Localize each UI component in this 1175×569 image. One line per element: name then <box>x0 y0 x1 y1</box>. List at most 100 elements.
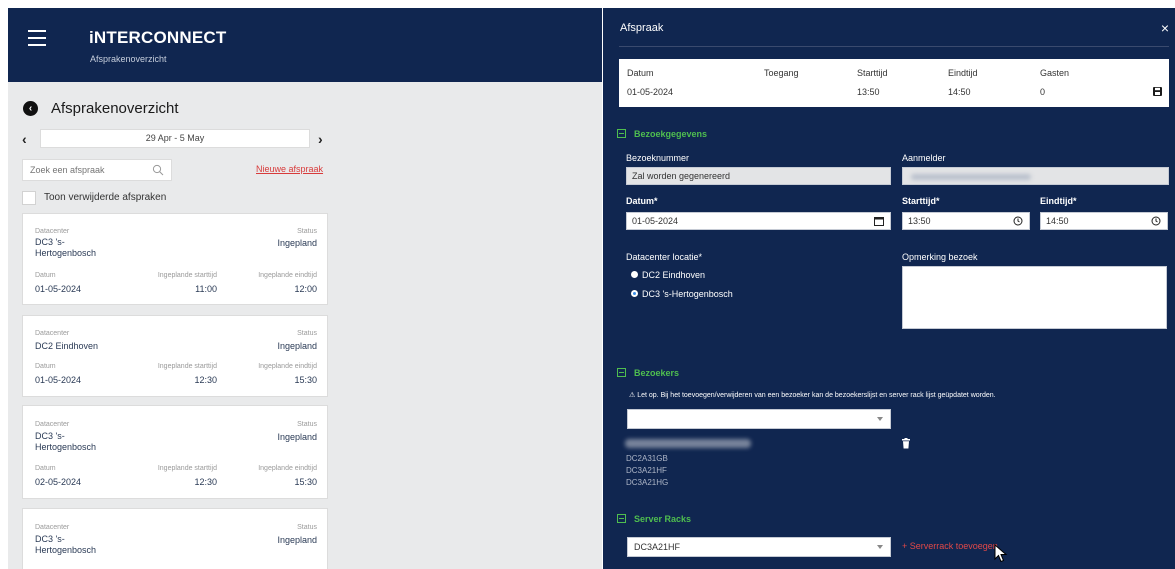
datacenter-label: Datacenter <box>35 330 70 337</box>
trash-icon[interactable] <box>901 438 911 449</box>
date-label: Datum <box>35 465 56 472</box>
status-value: Ingepland <box>277 238 317 248</box>
date-value: 01-05-2024 <box>35 284 82 294</box>
date-field[interactable]: 01-05-2024 <box>626 212 891 230</box>
appointments-overview: iNTERCONNECT Afsprakenoverzicht ‹ Afspra… <box>8 8 602 569</box>
summary-date-value: 01-05-2024 <box>627 87 674 97</box>
collapse-icon[interactable] <box>617 368 626 377</box>
status-label: Status <box>297 330 317 337</box>
close-icon[interactable]: × <box>1161 20 1169 36</box>
planned-end-value: 15:30 <box>294 477 317 487</box>
location-option-dc2[interactable]: DC2 Eindhoven <box>631 270 705 280</box>
summary-guests-value: 0 <box>1040 87 1046 97</box>
search-input[interactable] <box>23 160 143 180</box>
planned-end-label: Ingeplande eindtijd <box>258 465 317 472</box>
visitors-warning: ⚠ Let op. Bij het toevoegen/verwijderen … <box>629 392 996 399</box>
planned-end-label: Ingeplande eindtijd <box>258 272 317 279</box>
reporter-field <box>902 167 1169 185</box>
remark-textarea[interactable] <box>902 266 1167 329</box>
planned-end-value: 12:00 <box>294 284 317 294</box>
visitors-section-header[interactable]: Bezoekers <box>617 367 679 378</box>
appointment-card[interactable]: Datacenter DC3 's- Hertogenbosch Status … <box>22 508 328 569</box>
summary-start-label: Starttijd <box>857 68 888 78</box>
appointment-card[interactable]: Datacenter DC2 Eindhoven Status Ingeplan… <box>22 315 328 397</box>
calendar-icon[interactable] <box>874 216 884 226</box>
planned-start-label: Ingeplande starttijd <box>157 363 217 370</box>
datacenter-value: DC3 's- Hertogenbosch <box>35 431 97 452</box>
end-time-field[interactable]: 14:50 <box>1040 212 1168 230</box>
summary-start-value: 13:50 <box>857 87 880 97</box>
radio-selected-icon[interactable] <box>631 290 638 297</box>
planned-end-value: 15:30 <box>294 375 317 385</box>
redacted-value <box>911 174 1031 180</box>
visit-details-section-header[interactable]: Bezoekgegevens <box>617 128 707 139</box>
previous-week-button[interactable]: ‹ <box>22 131 27 147</box>
end-time-label: Eindtijd* <box>1040 196 1077 206</box>
appointment-card[interactable]: Datacenter DC3 's- Hertogenbosch Status … <box>22 213 328 305</box>
planned-start-label: Ingeplande starttijd <box>157 272 217 279</box>
new-appointment-link[interactable]: Nieuwe afspraak <box>256 164 323 174</box>
datacenter-value: DC3 's- Hertogenbosch <box>35 534 97 555</box>
datacenter-label: Datacenter <box>35 524 70 531</box>
server-rack-select[interactable]: DC3A21HF <box>627 537 891 557</box>
planned-start-value: 12:30 <box>194 375 217 385</box>
remark-label: Opmerking bezoek <box>902 252 978 262</box>
menu-icon[interactable] <box>28 30 46 46</box>
planned-start-label: Ingeplande starttijd <box>157 465 217 472</box>
status-label: Status <box>297 421 317 428</box>
visit-number-field: Zal worden gegenereerd <box>626 167 891 185</box>
add-server-rack-button[interactable]: + Serverrack toevoegen <box>902 541 998 551</box>
summary-guests-label: Gasten <box>1040 68 1070 78</box>
start-time-label: Starttijd* <box>902 196 940 206</box>
visitor-rack: DC2A31GB <box>626 454 668 463</box>
clock-icon[interactable] <box>1013 216 1023 226</box>
appointment-summary: Datum 01-05-2024 Toegang Starttijd 13:50… <box>619 59 1169 107</box>
collapse-icon[interactable] <box>617 514 626 523</box>
reporter-label: Aanmelder <box>902 153 946 163</box>
save-icon[interactable] <box>1153 87 1162 96</box>
datacenter-label: Datacenter <box>35 228 70 235</box>
visit-number-label: Bezoeknummer <box>626 153 690 163</box>
show-deleted-checkbox[interactable] <box>22 191 36 205</box>
status-value: Ingepland <box>277 341 317 351</box>
date-value: 02-05-2024 <box>35 477 82 487</box>
visitor-select[interactable] <box>627 409 891 429</box>
collapse-icon[interactable] <box>617 129 626 138</box>
chevron-down-icon <box>877 545 883 549</box>
date-field-label: Datum* <box>626 196 658 206</box>
hand-cursor-icon <box>994 544 1008 563</box>
search-icon[interactable] <box>152 164 164 176</box>
next-week-button[interactable]: › <box>318 131 323 147</box>
panel-title: Afspraak <box>620 22 664 34</box>
top-bar: iNTERCONNECT Afsprakenoverzicht <box>8 8 602 82</box>
location-label: Datacenter locatie* <box>626 252 703 262</box>
summary-date-label: Datum <box>627 68 654 78</box>
summary-access-label: Toegang <box>764 68 799 78</box>
status-label: Status <box>297 228 317 235</box>
visitor-rack: DC3A21HF <box>626 466 667 475</box>
radio-icon[interactable] <box>631 271 638 278</box>
planned-end-label: Ingeplande eindtijd <box>258 363 317 370</box>
visitor-name-redacted <box>625 439 751 448</box>
date-value: 01-05-2024 <box>35 375 82 385</box>
search-box <box>22 159 172 181</box>
server-racks-section-header[interactable]: Server Racks <box>617 513 691 524</box>
appointment-card[interactable]: Datacenter DC3 's- Hertogenbosch Status … <box>22 405 328 499</box>
date-label: Datum <box>35 272 56 279</box>
planned-start-value: 12:30 <box>194 477 217 487</box>
datacenter-label: Datacenter <box>35 421 70 428</box>
start-time-field[interactable]: 13:50 <box>902 212 1030 230</box>
summary-end-value: 14:50 <box>948 87 971 97</box>
location-option-dc3[interactable]: DC3 's-Hertogenbosch <box>631 289 733 299</box>
back-arrow-icon[interactable]: ‹ <box>23 101 38 116</box>
planned-start-value: 11:00 <box>195 284 217 294</box>
appointment-panel: Afspraak × Datum 01-05-2024 Toegang Star… <box>603 8 1175 569</box>
week-range-display[interactable]: 29 Apr - 5 May <box>40 129 310 148</box>
clock-icon[interactable] <box>1151 216 1161 226</box>
date-label: Datum <box>35 363 56 370</box>
datacenter-value: DC2 Eindhoven <box>35 341 99 351</box>
brand-logo: iNTERCONNECT <box>89 28 227 47</box>
chevron-down-icon <box>877 417 883 421</box>
divider <box>619 46 1169 47</box>
brand-subtitle: Afsprakenoverzicht <box>90 54 167 64</box>
